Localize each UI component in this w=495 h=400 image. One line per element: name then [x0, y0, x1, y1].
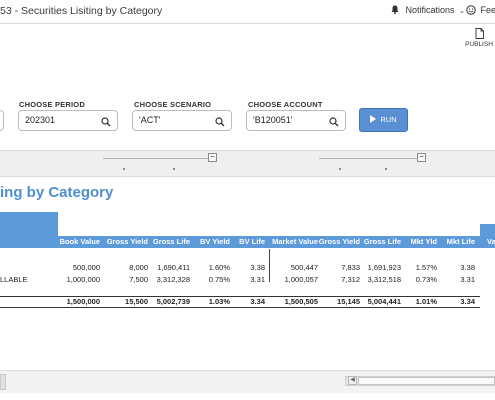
table-cell: 1,000,057 [284, 275, 318, 284]
period-label: CHOOSE PERIOD [19, 100, 85, 109]
col-gross-yield[interactable]: Gross Yield [107, 237, 148, 246]
scroll-left-arrow-icon[interactable]: ◀ [348, 376, 357, 385]
col-gross-life[interactable]: Gross Life [153, 237, 190, 246]
slider-tick [173, 168, 175, 170]
table-cell: 1,690,411 [157, 263, 190, 272]
scenario-field[interactable]: 'ACT' [132, 110, 232, 131]
col-gross-yield-2[interactable]: Gross Yield [319, 237, 360, 246]
total-cell: 1,500,505 [284, 297, 318, 306]
table-cell: 7,500 [129, 275, 148, 284]
period-value: 202301 [25, 115, 56, 125]
total-cell: 15,500 [125, 297, 148, 306]
run-button[interactable]: RUN [359, 108, 408, 132]
col-va[interactable]: Va [487, 237, 495, 246]
total-cell: 1.01% [415, 297, 437, 306]
notifications-menu[interactable]: Notifications ⌄ [391, 5, 465, 16]
table-cell: 3.38 [460, 263, 475, 272]
totals-rule-bottom [0, 307, 480, 308]
col-market-value[interactable]: Market Value [272, 237, 318, 246]
collapse-left-button[interactable]: − [208, 153, 217, 162]
table-cell: 500,447 [290, 263, 318, 272]
table-cell: 1,691,923 [367, 263, 401, 272]
col-mkt-life[interactable]: Mkt Life [447, 237, 475, 246]
scenario-value: 'ACT' [139, 115, 161, 125]
table-cell: 3,312,518 [367, 275, 401, 284]
play-icon [370, 115, 377, 123]
table-cell: 8,000 [129, 263, 148, 272]
slider-track-right[interactable] [319, 158, 417, 159]
total-cell: 5,004,441 [367, 297, 401, 306]
left-scrollbar[interactable] [0, 374, 6, 390]
col-bv-life[interactable]: BV Life [239, 237, 265, 246]
table-cell: 500,000 [72, 263, 100, 272]
account-field[interactable]: 'B120051' [246, 110, 346, 131]
table-cell: 1,000,000 [66, 275, 100, 284]
publish-button[interactable]: PUBLISH [464, 28, 494, 48]
table-cell: 3,312,328 [156, 275, 190, 284]
total-cell: 1.03% [208, 297, 230, 306]
table-cell: 1.60% [208, 263, 230, 272]
app-title: 53 - Securities Lisiting by Category [0, 5, 163, 17]
total-cell: 5,002,739 [156, 297, 190, 306]
search-icon[interactable] [215, 115, 225, 134]
report-title: ing by Category [0, 184, 114, 201]
total-cell: 1,500,000 [66, 297, 100, 306]
smiley-icon [466, 5, 476, 17]
table-cell: 0.75% [208, 275, 230, 284]
table-cell: 3.38 [250, 263, 265, 272]
publish-label: PUBLISH [465, 41, 493, 48]
slider-tick [123, 168, 125, 170]
col-gross-life-2[interactable]: Gross Life [364, 237, 401, 246]
bell-icon [391, 5, 399, 16]
col-mkt-yld[interactable]: Mkt Yld [410, 237, 437, 246]
feedback-button[interactable]: Feed [466, 5, 495, 17]
document-icon [464, 28, 494, 39]
prior-field-edge[interactable] [0, 110, 4, 131]
account-label: CHOOSE ACCOUNT [248, 100, 323, 109]
search-icon[interactable] [101, 115, 111, 134]
feedback-label: Feed [480, 5, 495, 15]
slider-tick [385, 168, 387, 170]
search-icon[interactable] [329, 115, 339, 134]
run-label: RUN [380, 115, 397, 124]
chevron-down-icon: ⌄ [459, 8, 465, 15]
account-value: 'B120051' [253, 115, 293, 125]
table-cell: 3.31 [460, 275, 475, 284]
collapse-right-button[interactable]: − [417, 153, 426, 162]
total-cell: 3.34 [250, 297, 265, 306]
total-cell: 3.34 [460, 297, 475, 306]
total-cell: 15,145 [337, 297, 360, 306]
slider-tick [339, 168, 341, 170]
table-cell: 1.57% [415, 263, 437, 272]
column-group-divider [269, 249, 270, 282]
table-cell: 3.31 [250, 275, 265, 284]
row-label: LLABLE [0, 275, 28, 284]
table-cell: 0.73% [415, 275, 437, 284]
period-field[interactable]: 202301 [18, 110, 118, 131]
slider-track-left[interactable] [103, 158, 208, 159]
scrollbar-thumb[interactable] [358, 377, 495, 385]
col-bv-yield[interactable]: BV Yield [200, 237, 230, 246]
notifications-label: Notifications [405, 5, 455, 15]
scenario-label: CHOOSE SCENARIO [134, 100, 212, 109]
table-cell: 7,833 [341, 263, 360, 272]
table-cell: 7,312 [341, 275, 360, 284]
col-book-value[interactable]: Book Value [60, 237, 100, 246]
